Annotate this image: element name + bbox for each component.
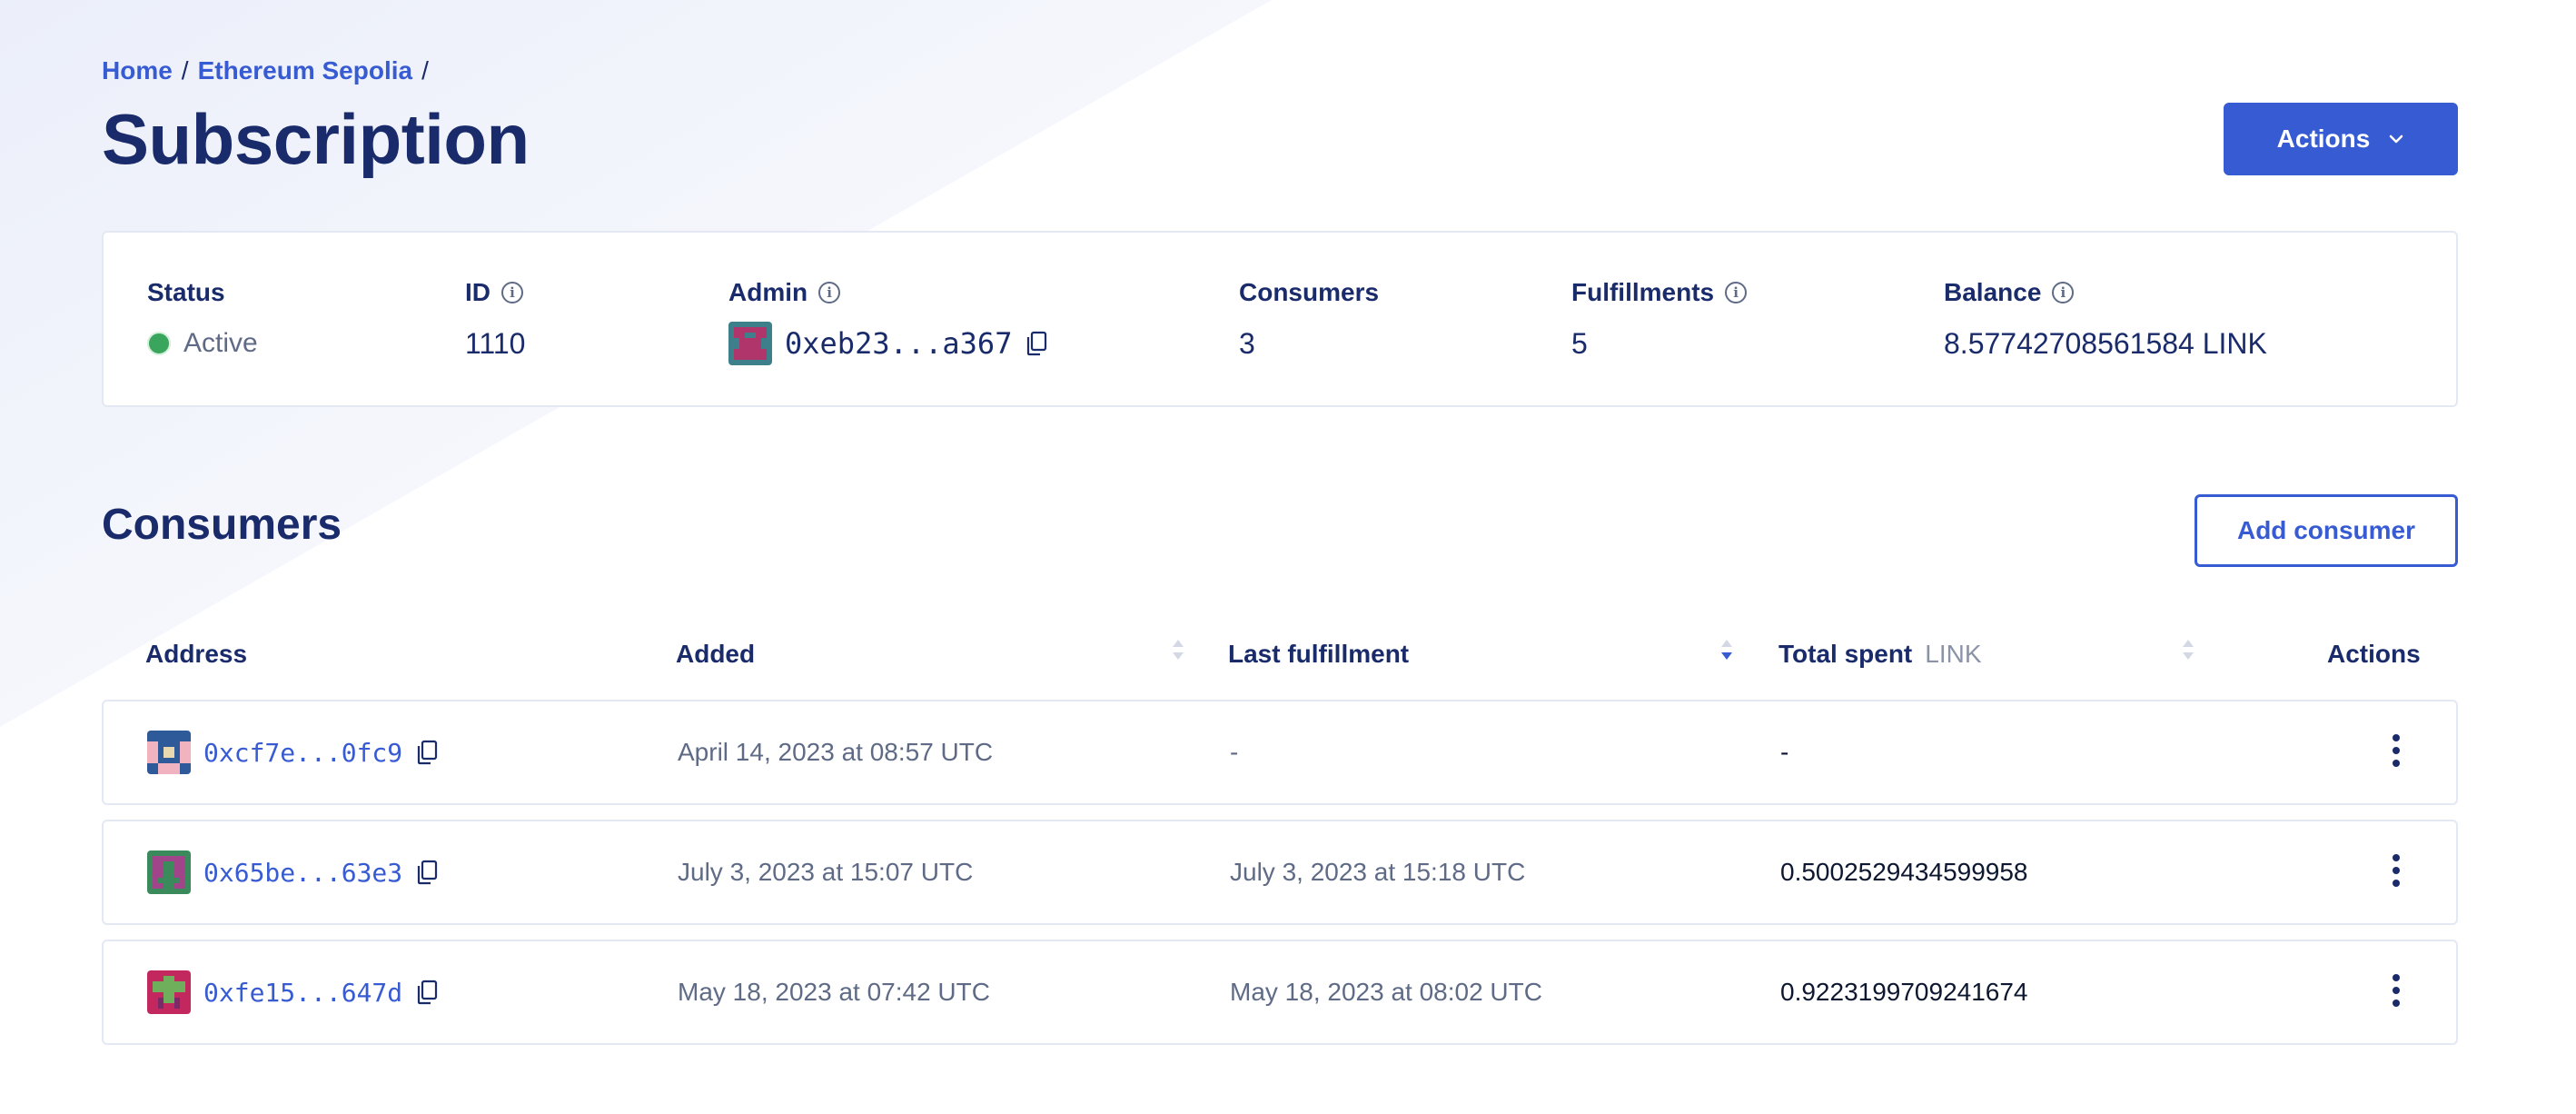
id-label: ID	[465, 278, 490, 306]
more-options-icon[interactable]	[2387, 850, 2405, 890]
status-value: Active	[183, 328, 258, 358]
balance-value: 8.57742708561584 LINK	[1944, 326, 2267, 360]
column-header-last-fulfillment[interactable]: Last fulfillment	[1228, 640, 1409, 669]
fulfillments-label: Fulfillments	[1571, 278, 1715, 306]
added-cell: April 14, 2023 at 08:57 UTC	[678, 738, 994, 766]
balance-label: Balance	[1944, 278, 2042, 306]
breadcrumb-network-link[interactable]: Ethereum Sepolia	[198, 56, 413, 85]
total-spent-unit: LINK	[1925, 640, 1982, 668]
consumers-count: 3	[1239, 326, 1255, 360]
breadcrumb-home-link[interactable]: Home	[102, 56, 173, 85]
info-icon[interactable]: i	[2052, 282, 2075, 303]
id-value: 1110	[465, 326, 526, 360]
consumer-address-link[interactable]: 0x65be...63e3	[203, 858, 402, 888]
balance-field: Balance i 8.57742708561584 LINK	[1944, 274, 2267, 363]
last-fulfillment-cell: May 18, 2023 at 08:02 UTC	[1230, 978, 1542, 1006]
admin-avatar	[728, 322, 772, 365]
total-spent-cell: -	[1780, 738, 1789, 766]
status-indicator-icon	[147, 332, 171, 355]
chevron-down-icon	[2390, 134, 2403, 144]
info-icon[interactable]: i	[1725, 282, 1748, 303]
table-row: 0xcf7e...0fc9 April 14, 2023 at 08:57 UT…	[102, 700, 2458, 805]
id-field: ID i 1110	[465, 274, 525, 363]
actions-dropdown-button[interactable]: Actions	[2224, 103, 2458, 175]
consumer-avatar	[147, 850, 191, 894]
consumer-avatar	[147, 731, 191, 774]
status-field: Status Active	[147, 274, 258, 363]
info-icon[interactable]: i	[501, 282, 523, 303]
fulfillments-field: Fulfillments i 5	[1571, 274, 1748, 363]
total-spent-label: Total spent	[1778, 640, 1913, 668]
table-row: 0x65be...63e3 July 3, 2023 at 15:07 UTC …	[102, 820, 2458, 925]
admin-address: 0xeb23...a367	[785, 326, 1013, 361]
consumer-address-link[interactable]: 0xcf7e...0fc9	[203, 738, 402, 768]
last-fulfillment-cell: -	[1230, 738, 1239, 766]
add-consumer-button[interactable]: Add consumer	[2195, 494, 2458, 567]
column-header-actions: Actions	[2327, 640, 2421, 668]
column-header-added[interactable]: Added	[676, 640, 755, 669]
copy-icon[interactable]	[415, 739, 439, 766]
admin-field: Admin i 0xeb23...a367	[728, 274, 1048, 365]
actions-button-label: Actions	[2276, 124, 2371, 153]
consumers-count-field: Consumers 3	[1239, 274, 1379, 363]
breadcrumb-separator: /	[181, 56, 189, 85]
total-spent-cell: 0.5002529434599958	[1780, 858, 2028, 886]
consumers-section-title: Consumers	[102, 501, 342, 549]
address-cell: 0xcf7e...0fc9	[147, 701, 439, 803]
subscription-summary-card: Status Active ID i 1110 Admin i 0xeb23..…	[102, 231, 2458, 407]
address-cell: 0xfe15...647d	[147, 941, 439, 1043]
added-cell: May 18, 2023 at 07:42 UTC	[678, 978, 990, 1006]
admin-label: Admin	[728, 278, 808, 306]
more-options-icon[interactable]	[2387, 970, 2405, 1010]
consumer-avatar	[147, 970, 191, 1014]
added-cell: July 3, 2023 at 15:07 UTC	[678, 858, 974, 886]
address-cell: 0x65be...63e3	[147, 821, 439, 923]
copy-icon[interactable]	[415, 979, 439, 1006]
subscription-page: Home / Ethereum Sepolia / Subscription A…	[102, 53, 2458, 1045]
copy-icon[interactable]	[415, 859, 439, 886]
column-header-address: Address	[145, 640, 248, 668]
sort-icon[interactable]	[1170, 634, 1186, 665]
total-spent-cell: 0.9223199709241674	[1780, 978, 2028, 1006]
consumers-table-header: Address Added Last fulfillment Total spe…	[102, 631, 2458, 685]
column-header-total-spent[interactable]: Total spent LINK	[1778, 640, 1982, 669]
status-label: Status	[147, 278, 225, 306]
table-row: 0xfe15...647d May 18, 2023 at 07:42 UTC …	[102, 940, 2458, 1045]
page-title: Subscription	[102, 99, 530, 179]
consumer-address-link[interactable]: 0xfe15...647d	[203, 978, 402, 1008]
sort-descending-icon[interactable]	[1719, 634, 1735, 665]
fulfillments-count: 5	[1571, 326, 1588, 360]
breadcrumb: Home / Ethereum Sepolia /	[102, 53, 2458, 89]
more-options-icon[interactable]	[2387, 731, 2405, 771]
breadcrumb-separator: /	[421, 56, 429, 85]
info-icon[interactable]: i	[818, 282, 841, 303]
consumers-label: Consumers	[1239, 278, 1380, 306]
last-fulfillment-cell: July 3, 2023 at 15:18 UTC	[1230, 858, 1526, 886]
sort-icon[interactable]	[2180, 634, 2196, 665]
copy-icon[interactable]	[1025, 330, 1048, 357]
